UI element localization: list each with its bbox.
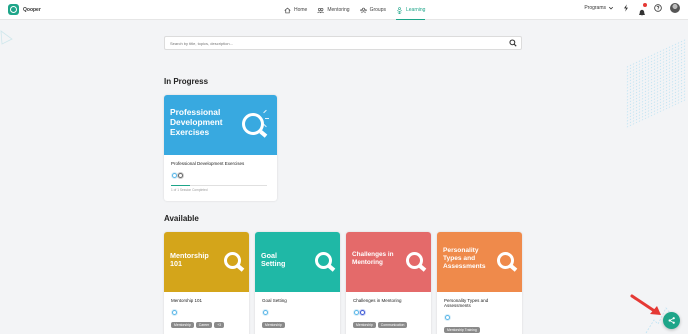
qooper-q-icon (315, 252, 332, 269)
home-icon (284, 7, 291, 13)
course-card[interactable]: Goal Setting Goal Setting Mentorship (255, 232, 340, 334)
card-body: Professional Development Exercises 1 of … (164, 155, 277, 198)
card-body: Challenges in Mentoring Mentorship Commu… (346, 292, 431, 334)
avatar-chip (171, 309, 178, 316)
nav-mentoring-label: Mentoring (327, 7, 350, 13)
top-navbar: Qooper Home Mentoring Groups Learning Pr… (0, 0, 688, 20)
bolt-icon[interactable] (622, 4, 630, 12)
qooper-logo-icon (8, 4, 19, 15)
app-logo[interactable]: Qooper (8, 4, 41, 15)
nav-groups-label: Groups (369, 7, 386, 13)
groups-icon (359, 7, 367, 13)
bell-icon (639, 9, 645, 17)
course-banner: Goal Setting (255, 232, 340, 292)
course-card[interactable]: Personality Types and Assessments Person… (437, 232, 522, 334)
nav-home-label: Home (294, 7, 308, 13)
available-heading: Available (164, 214, 199, 223)
card-body: Goal Setting Mentorship (255, 292, 340, 334)
app-name: Qooper (23, 6, 41, 13)
decorative-dots (626, 38, 686, 128)
avatar-chip (262, 309, 269, 316)
chevron-down-icon (608, 6, 614, 10)
participant-avatars (444, 314, 515, 321)
header-tools: Programs (584, 3, 680, 17)
tag-list: Mentorship Career +3 (171, 322, 242, 328)
user-avatar[interactable] (670, 3, 680, 13)
search-bar (164, 36, 522, 50)
sparkle-icon (263, 109, 267, 114)
course-card[interactable]: Mentorship 101 Mentorship 101 Mentorship… (164, 232, 249, 334)
in-progress-heading: In Progress (164, 77, 209, 86)
participant-avatars (262, 309, 333, 316)
card-body: Personality Types and Assessments Mentor… (437, 292, 522, 334)
floating-action-button[interactable] (663, 312, 680, 329)
qooper-q-icon (242, 113, 264, 135)
banner-title: Challenges in Mentoring (352, 251, 394, 266)
course-title: Challenges in Mentoring (353, 298, 402, 303)
avatar-chip (444, 314, 451, 321)
programs-label: Programs (584, 5, 606, 11)
course-title: Goal Setting (262, 298, 287, 303)
tag: Mentorship (353, 322, 376, 328)
nav-groups[interactable]: Groups (359, 0, 386, 20)
help-icon[interactable] (654, 4, 662, 12)
qooper-q-icon (224, 252, 241, 269)
course-banner: Professional Development Exercises (164, 95, 277, 155)
progress-status: 1 of 1 Session Completed (171, 188, 208, 192)
qooper-q-icon (497, 252, 514, 269)
course-banner: Personality Types and Assessments (437, 232, 522, 292)
course-title: Mentorship 101 (171, 298, 203, 303)
card-body: Mentorship 101 Mentorship Career +3 (164, 292, 249, 334)
progress-fill (171, 185, 191, 186)
participant-avatars (171, 172, 270, 179)
decorative-triangle (0, 30, 13, 45)
tag: Communication (377, 322, 408, 328)
learning-icon (396, 6, 403, 14)
sparkle-icon (263, 123, 267, 128)
nav-home[interactable]: Home (284, 0, 307, 20)
tag: Mentorship (171, 322, 194, 328)
banner-title: Professional Development Exercises (170, 107, 223, 137)
course-title: Professional Development Exercises (171, 161, 245, 166)
course-title: Personality Types and Assessments (444, 298, 489, 308)
sparkle-icon (265, 118, 269, 119)
tag: Mentorship Training (444, 327, 480, 333)
nav-mentoring[interactable]: Mentoring (317, 0, 350, 20)
progress-bar (171, 185, 267, 186)
course-banner: Mentorship 101 (164, 232, 249, 292)
course-card[interactable]: Challenges in Mentoring Challenges in Me… (346, 232, 431, 334)
banner-title: Mentorship 101 (170, 251, 209, 269)
notification-badge (643, 3, 647, 7)
tag: Career (195, 322, 213, 328)
search-icon[interactable] (509, 39, 517, 47)
nav-learning-label: Learning (405, 7, 426, 13)
programs-dropdown[interactable]: Programs (584, 5, 614, 11)
banner-title: Personality Types and Assessments (443, 247, 486, 270)
tag: Mentorship (262, 322, 285, 328)
share-sparkle-icon (668, 317, 675, 324)
main-nav: Home Mentoring Groups Learning (284, 0, 426, 20)
search-input[interactable] (170, 37, 500, 49)
course-banner: Challenges in Mentoring (346, 232, 431, 292)
tag-list: Mentorship (262, 322, 333, 328)
qooper-q-icon (406, 252, 423, 269)
participant-avatars (171, 309, 242, 316)
tag-list: Mentorship Training (444, 327, 515, 333)
banner-title: Goal Setting (261, 251, 286, 269)
notifications-button[interactable] (638, 3, 647, 17)
mentoring-icon (317, 7, 325, 13)
tag-list: Mentorship Communication (353, 322, 424, 328)
participant-avatars (353, 309, 424, 316)
annotation-arrow-icon (630, 294, 661, 315)
tag: +3 (214, 322, 225, 328)
avatar-chip (359, 309, 366, 316)
avatar-chip (177, 172, 184, 179)
nav-learning[interactable]: Learning (395, 0, 426, 20)
course-card-in-progress[interactable]: Professional Development Exercises Profe… (164, 95, 277, 201)
